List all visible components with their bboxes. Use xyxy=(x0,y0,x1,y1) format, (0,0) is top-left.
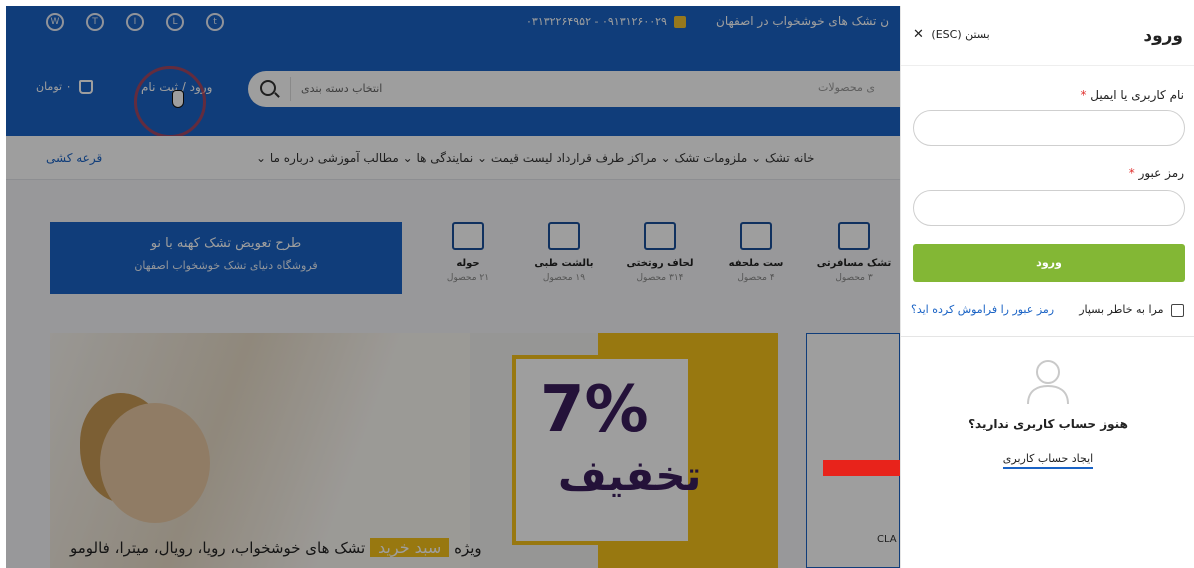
click-highlight-ring xyxy=(134,66,206,138)
category-item[interactable]: تشک مسافرتی ۳ محصول xyxy=(814,222,894,283)
towel-icon xyxy=(452,222,484,250)
banner-caption: ویژه سبد خرید تشک های خوشخواب، رویا، روی… xyxy=(70,538,482,557)
category-name: ست ملحفه xyxy=(728,258,784,269)
password-label: رمز عبور * xyxy=(1129,166,1184,180)
cart-total: ۰ تومان xyxy=(36,80,72,93)
category-item[interactable]: حوله ۲۱ محصول xyxy=(428,222,508,283)
category-count: ۴ محصول xyxy=(737,273,775,283)
side-card-text: CLA xyxy=(877,534,897,545)
drawer-header: ورود بستن (ESC) ✕ xyxy=(901,6,1194,66)
shopping-bag-icon xyxy=(78,80,93,94)
login-drawer: ورود بستن (ESC) ✕ نام کاربری یا ایمیل * … xyxy=(900,6,1194,568)
category-name: لحاف روتختی xyxy=(626,258,694,269)
category-count: ۱۹ محصول xyxy=(542,273,586,283)
site-header: انتخاب دسته بندی ی محصولات ورود / ثبت نا… xyxy=(6,40,900,138)
category-name: حوله xyxy=(456,258,480,269)
divider xyxy=(901,336,1194,337)
promo-subtitle: فروشگاه دنیای تشک خوشخواب اصفهان xyxy=(134,259,318,272)
nav-menu-items[interactable]: خانه تشک ⌄ ملزومات تشک ⌄ مراکز طرف قرارد… xyxy=(256,151,814,165)
username-label: نام کاربری یا ایمیل * xyxy=(1080,88,1184,102)
no-account-text: هنوز حساب کاربری ندارید؟ xyxy=(968,417,1128,431)
location-icon[interactable]: L xyxy=(166,13,184,31)
remember-label: مرا به خاطر بسپار xyxy=(1079,303,1164,316)
pillow-icon xyxy=(548,222,580,250)
search-icon[interactable] xyxy=(260,80,276,96)
user-icon xyxy=(1027,360,1069,405)
close-icon: ✕ xyxy=(913,27,924,42)
whatsapp-icon[interactable]: W xyxy=(46,13,64,31)
create-account-link[interactable]: ایجاد حساب کاربری xyxy=(1002,452,1094,469)
category-count: ۲۱ محصول xyxy=(446,273,490,283)
forgot-password-link[interactable]: رمز عبور را فراموش کرده اید؟ xyxy=(911,303,1054,316)
close-label: بستن (ESC) xyxy=(931,28,990,41)
background-page: W T I L t ۰۹۱۳۱۲۶۰۰۲۹ - ۰۳۱۳۲۲۶۴۹۵۲ ن تش… xyxy=(6,6,900,568)
login-button[interactable]: ورود xyxy=(913,244,1185,282)
required-mark: * xyxy=(1080,88,1087,102)
store-name: ن تشک های خوشخواب در اصفهان xyxy=(716,14,890,28)
create-account-wrap: ایجاد حساب کاربری xyxy=(901,452,1194,469)
discount-percent: 7% xyxy=(540,373,649,447)
drawer-title: ورود xyxy=(1143,26,1183,46)
travel-mattress-icon xyxy=(838,222,870,250)
instagram-icon[interactable]: I xyxy=(126,13,144,31)
bedspread-icon xyxy=(644,222,676,250)
username-label-text: نام کاربری یا ایمیل xyxy=(1090,88,1184,102)
password-input[interactable] xyxy=(913,190,1185,226)
sheet-set-icon xyxy=(740,222,772,250)
nav-lottery[interactable]: قرعه کشی xyxy=(46,151,102,165)
promo-title: طرح تعویض تشک کهنه با نو xyxy=(150,236,302,251)
discount-banner[interactable]: 7% تخفیف ویژه سبد خرید تشک های خوشخواب، … xyxy=(50,333,778,568)
phone-numbers: ۰۹۱۳۱۲۶۰۰۲۹ - ۰۳۱۳۲۲۶۴۹۵۲ xyxy=(526,15,687,28)
phone-icon xyxy=(674,16,687,28)
required-mark: * xyxy=(1128,166,1135,180)
remember-me[interactable]: مرا به خاطر بسپار xyxy=(1079,303,1184,317)
category-item[interactable]: لحاف روتختی ۳۱۴ محصول xyxy=(620,222,700,283)
category-select[interactable]: انتخاب دسته بندی xyxy=(290,77,392,101)
category-strip: تشک مسافرتی ۳ محصول ست ملحفه ۴ محصول لحا… xyxy=(426,222,896,302)
promo-box[interactable]: طرح تعویض تشک کهنه با نو فروشگاه دنیای ت… xyxy=(50,222,402,294)
category-count: ۳ محصول xyxy=(835,273,873,283)
search-input[interactable]: ی محصولات xyxy=(818,81,875,94)
top-bar: W T I L t ۰۹۱۳۱۲۶۰۰۲۹ - ۰۳۱۳۲۲۶۴۹۵۲ ن تش… xyxy=(6,6,900,40)
category-name: بالشت طبی xyxy=(534,258,594,269)
main-navigation: قرعه کشی خانه تشک ⌄ ملزومات تشک ⌄ مراکز … xyxy=(6,136,900,180)
phone-text: ۰۹۱۳۱۲۶۰۰۲۹ - ۰۳۱۳۲۲۶۴۹۵۲ xyxy=(526,15,667,28)
category-count: ۳۱۴ محصول xyxy=(636,273,684,283)
username-input[interactable] xyxy=(913,110,1185,146)
banner-brands: تشک های خوشخواب، رویا، رویال، میترا، فال… xyxy=(70,539,366,557)
category-item[interactable]: ست ملحفه ۴ محصول xyxy=(716,222,796,283)
remember-checkbox[interactable] xyxy=(1171,303,1184,317)
cart-button[interactable]: سبد خرید xyxy=(370,538,450,557)
search-bar[interactable]: انتخاب دسته بندی ی محصولات xyxy=(248,71,900,107)
hand-cursor-icon xyxy=(172,90,184,108)
sleeping-woman-image xyxy=(50,333,470,568)
social-links: W T I L t xyxy=(46,13,224,31)
cart-widget[interactable]: ۰ تومان xyxy=(36,80,93,94)
category-item[interactable]: بالشت طبی ۱۹ محصول xyxy=(524,222,604,283)
twitter-icon[interactable]: t xyxy=(206,13,224,31)
password-label-text: رمز عبور xyxy=(1138,166,1184,180)
category-name: تشک مسافرتی xyxy=(816,258,892,269)
close-button[interactable]: بستن (ESC) ✕ xyxy=(913,27,990,42)
banner-special: ویژه xyxy=(454,539,482,557)
telegram-icon[interactable]: T xyxy=(86,13,104,31)
discount-word: تخفیف xyxy=(558,451,702,500)
